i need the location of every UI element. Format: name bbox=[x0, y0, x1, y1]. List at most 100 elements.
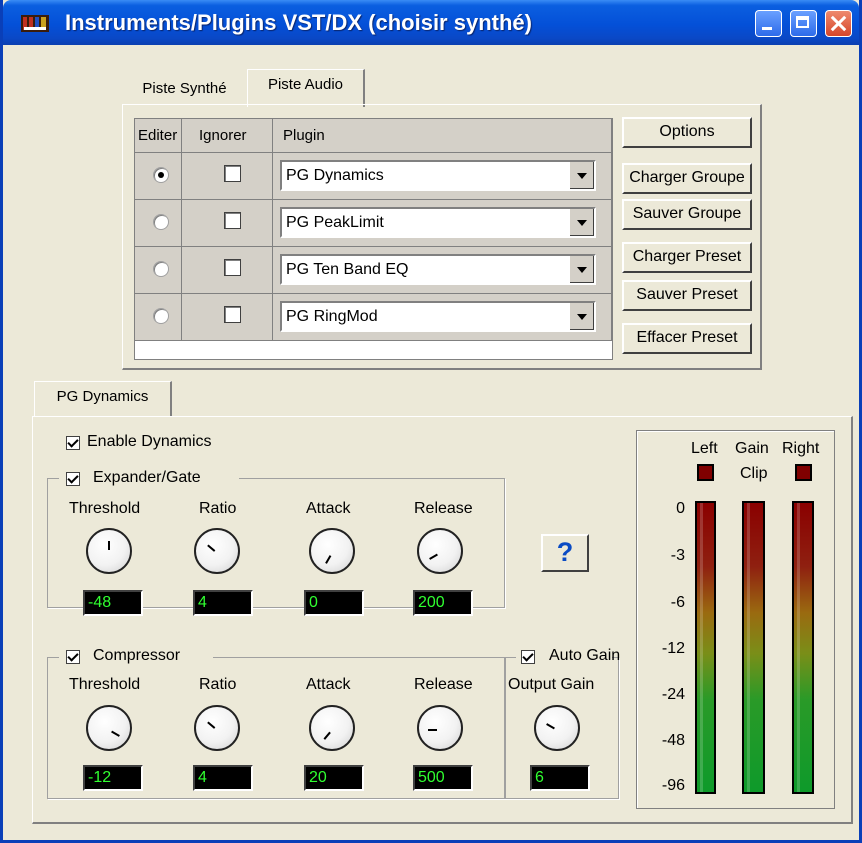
minimize-button[interactable] bbox=[755, 10, 782, 37]
edit-radio[interactable] bbox=[153, 308, 169, 324]
expander-threshold-knob[interactable] bbox=[86, 528, 132, 574]
plugin-select-value: PG Ten Band EQ bbox=[286, 261, 409, 278]
ignore-checkbox[interactable] bbox=[224, 212, 241, 229]
compressor-release-knob[interactable] bbox=[417, 705, 463, 751]
edit-cell bbox=[135, 294, 182, 341]
compressor-attack-knob[interactable] bbox=[309, 705, 355, 751]
ignore-cell bbox=[182, 153, 273, 200]
output-gain-knob[interactable] bbox=[534, 705, 580, 751]
edit-radio[interactable] bbox=[153, 167, 169, 183]
expander-attack-label: Attack bbox=[306, 500, 351, 517]
header-ignorer: Ignorer bbox=[182, 119, 273, 153]
gain-level-meter bbox=[742, 501, 765, 794]
expander-threshold-display[interactable]: -48 bbox=[83, 590, 143, 616]
scale-label: -48 bbox=[661, 732, 685, 749]
chevron-down-icon[interactable] bbox=[569, 303, 594, 330]
plugin-cell: PG Ten Band EQ bbox=[273, 247, 612, 294]
edit-radio[interactable] bbox=[153, 261, 169, 277]
chevron-down-icon[interactable] bbox=[569, 209, 594, 236]
plugin-select-value: PG Dynamics bbox=[286, 167, 384, 184]
compressor-attack-display[interactable]: 20 bbox=[304, 765, 364, 791]
edit-cell bbox=[135, 200, 182, 247]
plugin-cell: PG Dynamics bbox=[273, 153, 612, 200]
expander-ratio-label: Ratio bbox=[199, 500, 237, 517]
plugin-select[interactable]: PG Ten Band EQ bbox=[280, 254, 596, 285]
load-preset-button[interactable]: Charger Preset bbox=[622, 242, 752, 273]
chevron-down-icon[interactable] bbox=[569, 162, 594, 189]
compressor-ratio-label: Ratio bbox=[199, 676, 237, 693]
expander-label: Expander/Gate bbox=[93, 469, 201, 486]
compressor-label: Compressor bbox=[93, 647, 181, 664]
meter-left-label: Left bbox=[691, 440, 718, 457]
tab-pg-dynamics[interactable]: PG Dynamics bbox=[34, 381, 172, 417]
window-title: Instruments/Plugins VST/DX (choisir synt… bbox=[65, 10, 532, 35]
plugin-select[interactable]: PG PeakLimit bbox=[280, 207, 596, 238]
header-editer: Editer bbox=[135, 119, 182, 153]
compressor-attack-label: Attack bbox=[306, 676, 351, 693]
compressor-threshold-knob[interactable] bbox=[86, 705, 132, 751]
options-button[interactable]: Options bbox=[622, 117, 752, 148]
scale-label: -96 bbox=[661, 777, 685, 794]
meter-gain-label: Gain bbox=[735, 440, 769, 457]
expander-attack-knob[interactable] bbox=[309, 528, 355, 574]
plugin-cell: PG RingMod bbox=[273, 294, 612, 341]
plugin-select[interactable]: PG RingMod bbox=[280, 301, 596, 332]
load-group-button[interactable]: Charger Groupe bbox=[622, 163, 752, 194]
clear-preset-button[interactable]: Effacer Preset bbox=[622, 323, 752, 354]
ignore-checkbox[interactable] bbox=[224, 306, 241, 323]
enable-dynamics-label: Enable Dynamics bbox=[87, 433, 212, 450]
compressor-checkbox[interactable] bbox=[66, 650, 80, 664]
chevron-down-icon[interactable] bbox=[569, 256, 594, 283]
scale-label: -6 bbox=[670, 594, 685, 611]
scale-label: -24 bbox=[661, 686, 685, 703]
expander-attack-display[interactable]: 0 bbox=[304, 590, 364, 616]
expander-release-display[interactable]: 200 bbox=[413, 590, 473, 616]
expander-threshold-label: Threshold bbox=[69, 500, 141, 517]
meter-right-label: Right bbox=[782, 440, 820, 457]
ignore-checkbox[interactable] bbox=[224, 165, 241, 182]
output-gain-display[interactable]: 6 bbox=[530, 765, 590, 791]
plugin-select-value: PG PeakLimit bbox=[286, 214, 384, 231]
compressor-ratio-display[interactable]: 4 bbox=[193, 765, 253, 791]
expander-ratio-display[interactable]: 4 bbox=[193, 590, 253, 616]
expander-release-label: Release bbox=[414, 500, 473, 517]
scale-label: -12 bbox=[661, 640, 685, 657]
tab-piste-synthe[interactable]: Piste Synthé bbox=[124, 74, 245, 104]
ignore-checkbox[interactable] bbox=[224, 259, 241, 276]
save-preset-button[interactable]: Sauver Preset bbox=[622, 280, 752, 311]
plugin-grid: Editer Ignorer Plugin PG Dynamics PG Pea… bbox=[134, 118, 613, 360]
plugin-cell: PG PeakLimit bbox=[273, 200, 612, 247]
close-button[interactable] bbox=[825, 10, 852, 37]
plugin-window: Instruments/Plugins VST/DX (choisir synt… bbox=[0, 0, 862, 843]
ignore-cell bbox=[182, 200, 273, 247]
scale-label: 0 bbox=[676, 500, 685, 517]
save-group-button[interactable]: Sauver Groupe bbox=[622, 199, 752, 230]
left-clip-led[interactable] bbox=[697, 464, 714, 481]
help-icon: ? bbox=[556, 537, 574, 567]
compressor-release-display[interactable]: 500 bbox=[413, 765, 473, 791]
app-icon bbox=[20, 12, 50, 34]
right-level-meter bbox=[792, 501, 814, 794]
compressor-ratio-knob[interactable] bbox=[194, 705, 240, 751]
right-clip-led[interactable] bbox=[795, 464, 812, 481]
maximize-button[interactable] bbox=[790, 10, 817, 37]
expander-ratio-knob[interactable] bbox=[194, 528, 240, 574]
compressor-threshold-display[interactable]: -12 bbox=[83, 765, 143, 791]
enable-dynamics-checkbox[interactable] bbox=[66, 436, 80, 450]
compressor-threshold-label: Threshold bbox=[69, 676, 141, 693]
title-bar[interactable]: Instruments/Plugins VST/DX (choisir synt… bbox=[3, 0, 859, 45]
tab-piste-audio[interactable]: Piste Audio bbox=[247, 69, 365, 107]
header-plugin: Plugin bbox=[273, 119, 612, 153]
auto-gain-checkbox[interactable] bbox=[521, 650, 535, 664]
edit-cell bbox=[135, 247, 182, 294]
scale-label: -3 bbox=[670, 547, 685, 564]
help-button[interactable]: ? bbox=[541, 534, 589, 572]
left-level-meter bbox=[695, 501, 716, 794]
ignore-cell bbox=[182, 247, 273, 294]
expander-checkbox[interactable] bbox=[66, 472, 80, 486]
ignore-cell bbox=[182, 294, 273, 341]
plugin-select[interactable]: PG Dynamics bbox=[280, 160, 596, 191]
expander-release-knob[interactable] bbox=[417, 528, 463, 574]
plugin-select-value: PG RingMod bbox=[286, 308, 378, 325]
edit-radio[interactable] bbox=[153, 214, 169, 230]
